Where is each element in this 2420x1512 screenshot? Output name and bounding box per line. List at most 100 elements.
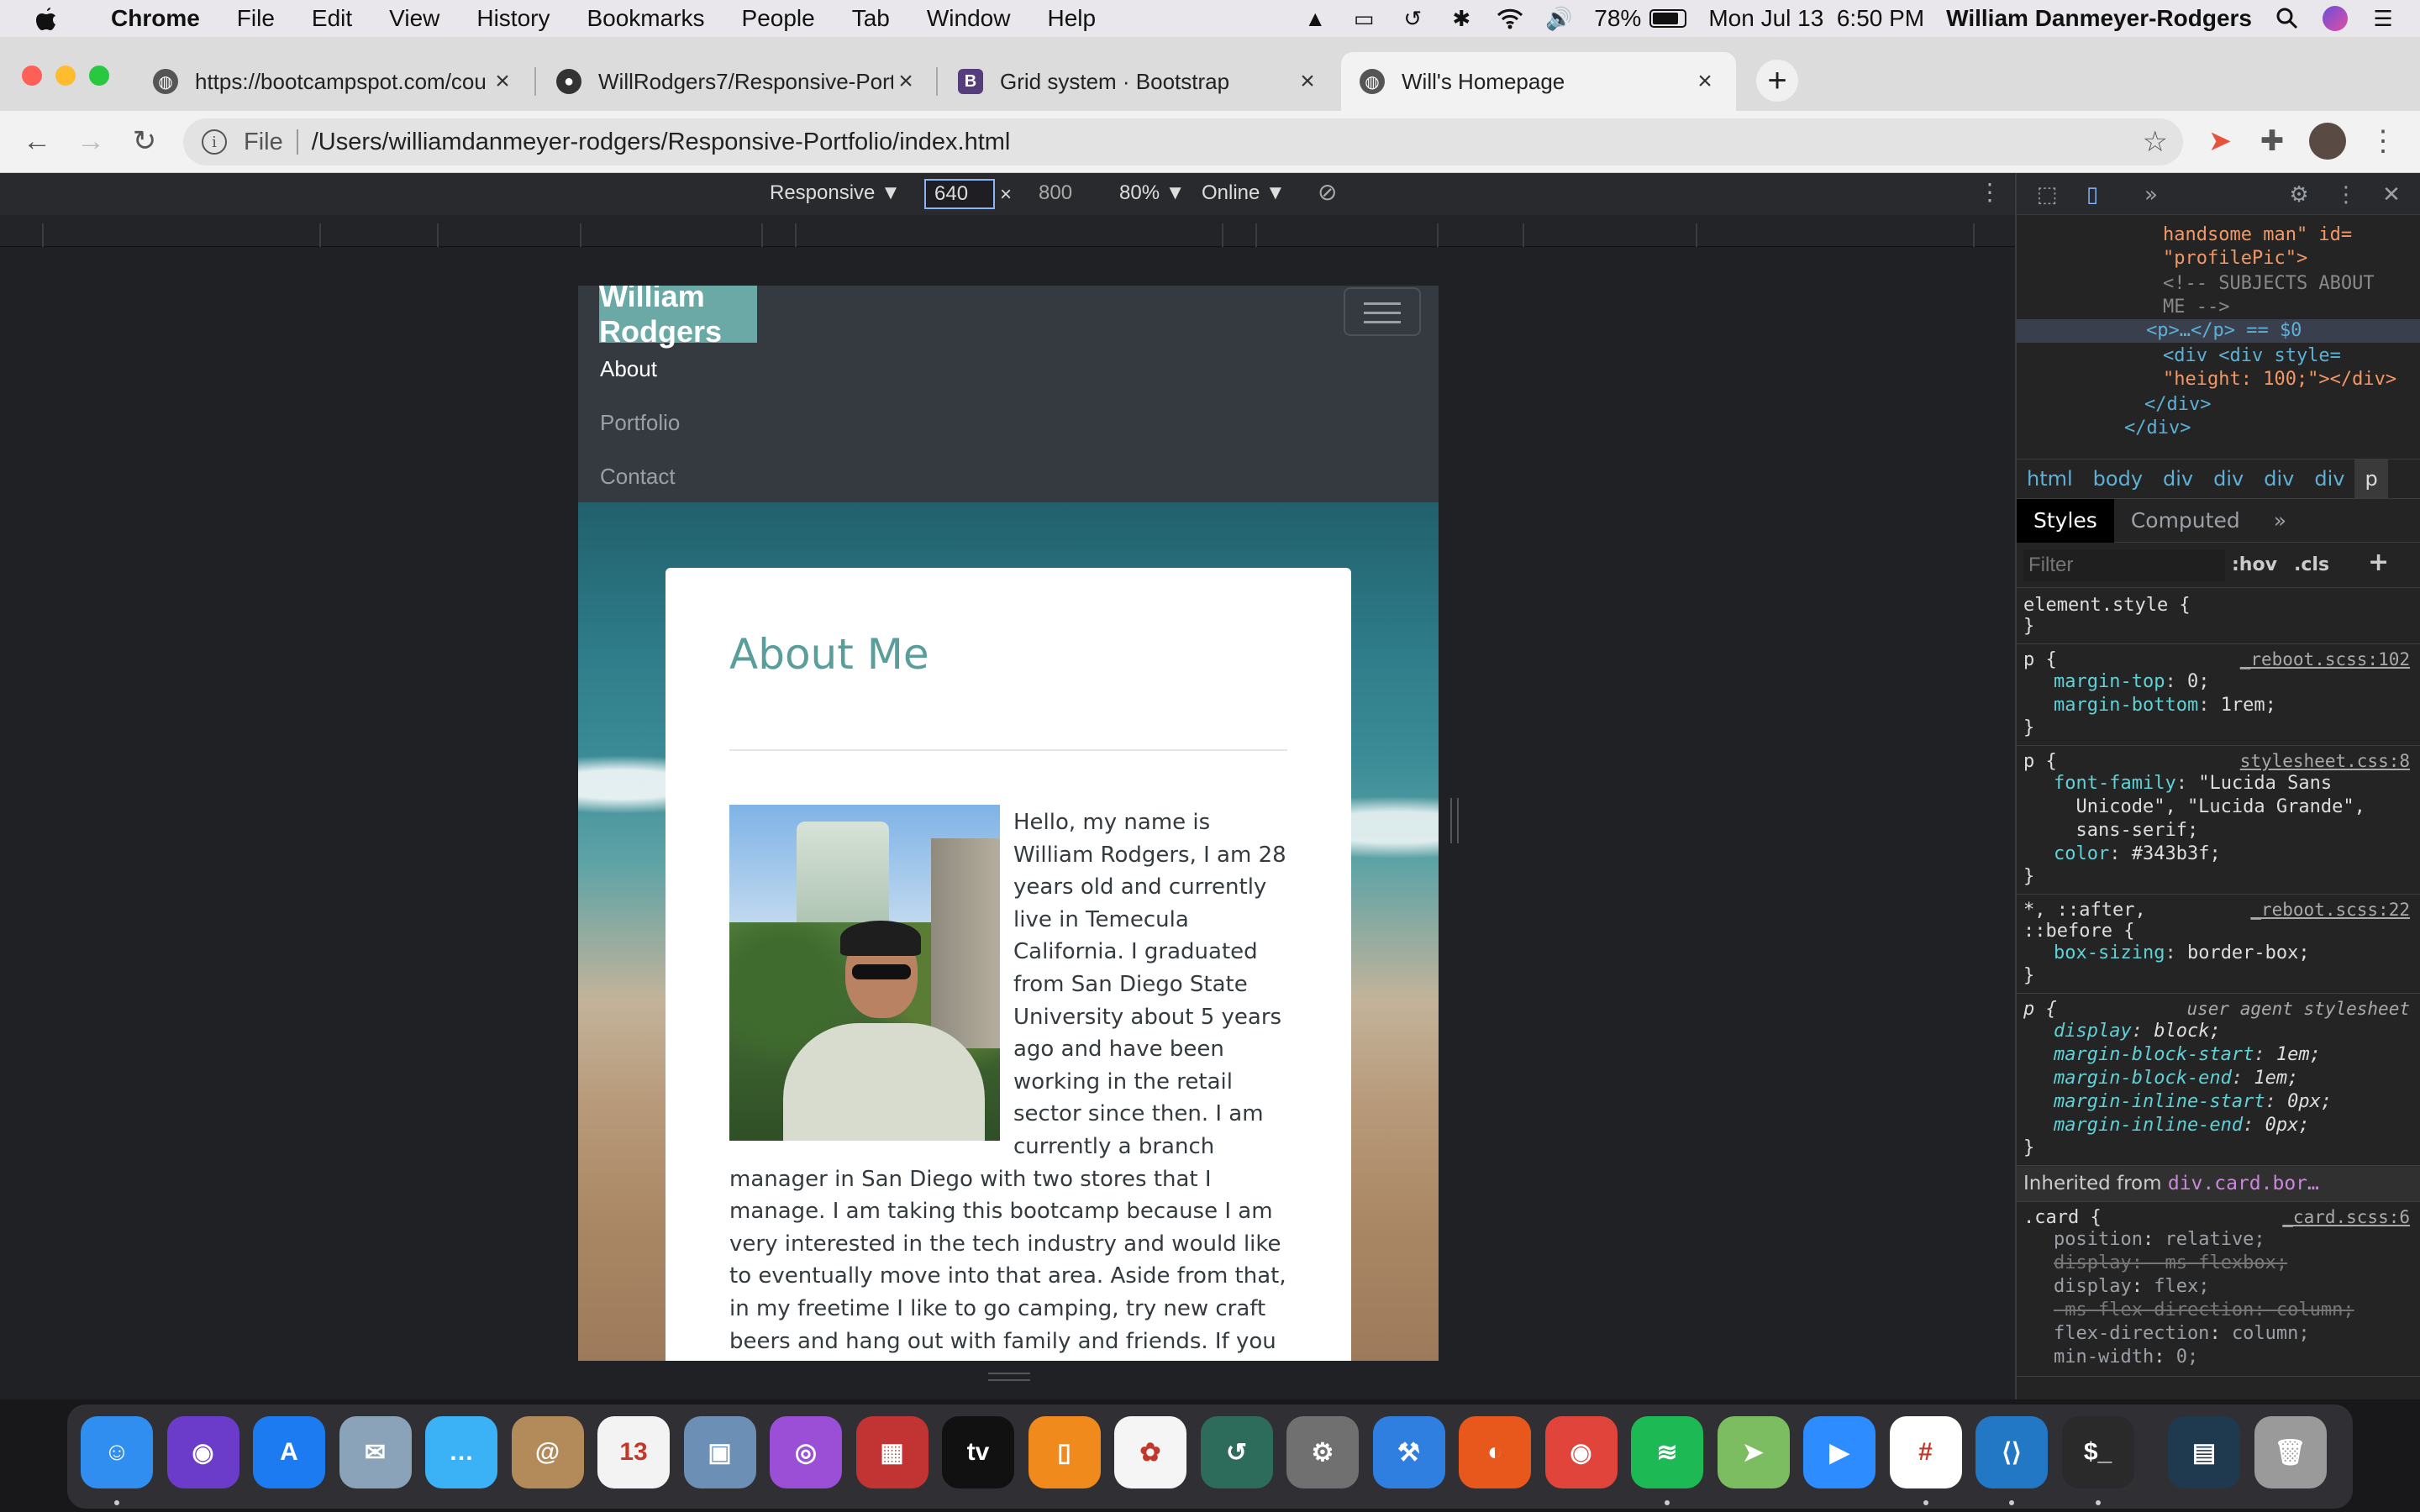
css-declaration[interactable]: Unicode", "Lucida Grande", <box>2023 795 2415 819</box>
css-declaration[interactable]: font-family: "Lucida Sans <box>2023 772 2415 795</box>
xcode-icon[interactable]: ⚒ <box>1372 1416 1445 1488</box>
menu-app-chrome[interactable]: Chrome <box>92 5 218 32</box>
close-tab-icon[interactable]: × <box>1295 67 1320 96</box>
css-rule[interactable]: *, ::after,::before {_reboot.scss:22 box-… <box>2017 895 2420 994</box>
chrome-icon[interactable]: ◉ <box>1544 1416 1618 1488</box>
tab-wills-homepage[interactable]: ◍ Will's Homepage × <box>1341 52 1736 111</box>
profile-avatar[interactable] <box>2309 123 2346 160</box>
messages-icon[interactable]: … <box>425 1416 497 1488</box>
hov-toggle[interactable]: :hov <box>2232 554 2277 575</box>
css-declaration[interactable]: sans-serif; <box>2023 819 2415 843</box>
devtools-close-icon[interactable]: ✕ <box>2378 181 2405 208</box>
inspect-element-icon[interactable]: ⬚ <box>2033 181 2060 208</box>
close-window-button[interactable] <box>22 66 42 86</box>
devtools-menu-icon[interactable]: ⋮ <box>2333 181 2360 208</box>
viewport-resize-handle-bottom[interactable] <box>988 1373 1030 1381</box>
rule-source-link[interactable]: _reboot.scss:102 <box>2240 649 2410 669</box>
zoom-icon[interactable]: ▶ <box>1803 1416 1876 1488</box>
menu-people[interactable]: People <box>723 5 834 32</box>
card-rule[interactable]: .card {_card.scss:6 position: relative; di… <box>2017 1202 2420 1377</box>
element-style-rule[interactable]: element.style { } <box>2017 590 2420 644</box>
bookmark-star-icon[interactable]: ☆ <box>2143 125 2168 159</box>
device-toggle-icon[interactable]: ▯ <box>2079 181 2106 208</box>
siri-menu-icon[interactable] <box>2323 6 2348 31</box>
breadcrumb-p[interactable]: p <box>2354 459 2388 498</box>
viewport-height-value[interactable]: 800 <box>1039 181 1072 205</box>
minimize-window-button[interactable] <box>55 66 76 86</box>
menu-help[interactable]: Help <box>1028 5 1114 32</box>
menu-view[interactable]: View <box>371 5 458 32</box>
close-tab-icon[interactable]: × <box>490 67 515 96</box>
battery-status[interactable]: 78% <box>1594 5 1687 32</box>
breadcrumb-html[interactable]: html <box>2017 467 2083 491</box>
breadcrumb-body[interactable]: body <box>2083 467 2153 491</box>
nav-link-portfolio[interactable]: Portfolio <box>600 410 680 436</box>
css-declaration[interactable]: box-sizing: border-box; <box>2023 942 2415 965</box>
finder-icon[interactable]: ☺ <box>81 1416 153 1488</box>
apple-menu-icon[interactable] <box>0 0 92 37</box>
css-declaration[interactable]: margin-block-end: 1em; <box>2023 1067 2415 1090</box>
dom-selected-node[interactable]: <p>…</p> == $0 <box>2017 319 2420 343</box>
css-rule[interactable]: p {user agent stylesheet display: block; m… <box>2017 994 2420 1166</box>
device-mode-select[interactable]: Responsive ▼ <box>770 181 901 205</box>
reload-icon[interactable]: ↻ <box>126 123 163 160</box>
vscode-icon[interactable]: ⟨⟩ <box>1975 1416 2048 1488</box>
viewport-width-input[interactable] <box>924 179 995 209</box>
css-declaration[interactable]: margin-block-start: 1em; <box>2023 1043 2415 1067</box>
trash-icon[interactable]: 🗑 <box>2254 1416 2327 1488</box>
podcasts-icon[interactable]: ◎ <box>770 1416 842 1488</box>
devtools-settings-icon[interactable]: ⚙ <box>2286 181 2312 208</box>
css-declaration[interactable]: margin-top: 0; <box>2023 670 2415 694</box>
hamburger-menu-icon[interactable] <box>1344 287 1421 336</box>
css-declaration[interactable]: min-width: 0; <box>2023 1346 2415 1369</box>
network-throttle-select[interactable]: Online ▼ <box>1202 181 1286 205</box>
dom-line[interactable]: "height: 100;"></div> <box>2163 368 2396 391</box>
address-bar[interactable]: i File /Users/williamdanmeyer-rodgers/Re… <box>183 118 2183 165</box>
css-declaration[interactable]: color: #343b3f; <box>2023 843 2415 866</box>
bluetooth-icon[interactable]: ✱ <box>1448 5 1475 32</box>
tab-github-repo[interactable]: ● WillRodgers7/Responsive-Port × <box>538 52 937 111</box>
books-icon[interactable]: ▯ <box>1028 1416 1101 1488</box>
screen-thumbnail-icon[interactable]: ▤ <box>2168 1416 2240 1488</box>
tab-bootcampspot[interactable]: ◍ https://bootcampspot.com/cou × <box>134 52 534 111</box>
menu-window[interactable]: Window <box>908 5 1029 32</box>
system-preferences-icon[interactable]: ⚙ <box>1286 1416 1359 1488</box>
back-arrow-icon[interactable]: ← <box>18 123 55 160</box>
airplay-icon[interactable]: ▭ <box>1350 5 1377 32</box>
rule-source-link[interactable]: _reboot.scss:22 <box>2250 900 2410 920</box>
time-machine-icon[interactable]: ↺ <box>1200 1416 1273 1488</box>
calendar-icon[interactable]: 13 <box>597 1416 670 1488</box>
navbar-brand[interactable]: William Rodgers <box>599 286 757 349</box>
css-declaration[interactable]: display: -ms-flexbox; <box>2023 1252 2415 1275</box>
menu-edit[interactable]: Edit <box>293 5 371 32</box>
device-toolbar-more-icon[interactable]: ⋮ <box>1978 178 2002 206</box>
siri-icon[interactable]: ◉ <box>166 1416 239 1488</box>
contacts-icon[interactable]: @ <box>511 1416 584 1488</box>
dom-line[interactable]: <div <div style= <box>2163 344 2341 368</box>
breadcrumb-div[interactable]: div <box>2254 467 2304 491</box>
css-rule[interactable]: p {stylesheet.css:8 font-family: "Lucida … <box>2017 746 2420 895</box>
maps-icon[interactable]: ➤ <box>1717 1416 1790 1488</box>
dom-comment[interactable]: <!-- SUBJECTS ABOUT <box>2163 272 2375 296</box>
zoom-select[interactable]: 80% ▼ <box>1119 181 1185 205</box>
chrome-menu-icon[interactable]: ⋮ <box>2365 123 2402 160</box>
photo-booth-icon[interactable]: ▦ <box>855 1416 929 1488</box>
google-drive-icon[interactable]: ▲ <box>1302 5 1328 32</box>
dom-line[interactable]: </div> <box>2124 417 2191 440</box>
photos-icon[interactable]: ✿ <box>1114 1416 1186 1488</box>
mail-stamp-icon[interactable]: ✉ <box>339 1416 412 1488</box>
extension-red-arrow-icon[interactable]: ➤ <box>2202 123 2238 160</box>
new-rule-plus-icon[interactable]: + <box>2368 548 2389 577</box>
css-declaration[interactable]: margin-bottom: 1rem; <box>2023 694 2415 717</box>
clock[interactable]: Mon Jul 13 6:50 PM <box>1708 5 1924 32</box>
css-declaration[interactable]: display: block; <box>2023 1020 2415 1043</box>
slack-icon[interactable]: # <box>1889 1416 1962 1488</box>
dom-line[interactable]: </div> <box>2144 393 2211 417</box>
terminal-icon[interactable]: $_ <box>2061 1416 2134 1488</box>
cls-toggle[interactable]: .cls <box>2294 554 2329 575</box>
dom-line[interactable]: "profilePic"> <box>2163 247 2307 270</box>
css-declaration[interactable]: display: flex; <box>2023 1275 2415 1299</box>
inherited-from-selector[interactable]: div.card.bor… <box>2168 1173 2319 1194</box>
rule-source-link[interactable]: stylesheet.css:8 <box>2240 751 2410 771</box>
time-machine-status-icon[interactable]: ↺ <box>1399 5 1426 32</box>
